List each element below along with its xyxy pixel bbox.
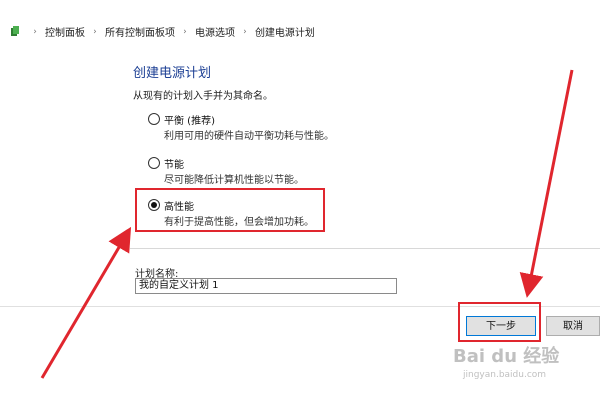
arrow-to-next-button [519, 69, 574, 298]
plan-description: 利用可用的硬件自动平衡功耗与性能。 [164, 131, 334, 142]
highlight-box-high-performance [135, 188, 325, 232]
plan-description: 尽可能降低计算机性能以节能。 [164, 175, 304, 186]
breadcrumb: › 控制面板 › 所有控制面板项 › 电源选项 › 创建电源计划 [10, 24, 315, 39]
radio-balanced[interactable] [148, 113, 160, 125]
chevron-right-icon: › [33, 26, 37, 37]
watermark: Bai du 经验 jingyan.baidu.com [443, 330, 593, 390]
control-panel-icon [11, 25, 19, 36]
breadcrumb-item-control-panel[interactable]: 控制面板 [45, 28, 85, 39]
address-bar: › 控制面板 › 所有控制面板项 › 电源选项 › 创建电源计划 [0, 0, 600, 52]
breadcrumb-item-power-options[interactable]: 电源选项 [195, 28, 235, 39]
breadcrumb-item-all-items[interactable]: 所有控制面板项 [105, 28, 175, 39]
chevron-right-icon: › [93, 26, 97, 37]
watermark-url: jingyan.baidu.com [463, 370, 547, 380]
divider [130, 248, 600, 249]
page-subtitle: 从现有的计划入手并为其命名。 [133, 91, 273, 102]
page-title: 创建电源计划 [133, 66, 212, 81]
breadcrumb-item-create-plan: 创建电源计划 [254, 28, 315, 39]
chevron-right-icon: › [243, 26, 247, 37]
arrow-to-high-performance [40, 226, 132, 379]
plan-label: 平衡 (推荐) [164, 116, 215, 127]
chevron-right-icon: › [183, 26, 187, 37]
plan-label: 节能 [164, 160, 184, 171]
radio-power-saver[interactable] [148, 157, 160, 169]
plan-name-input[interactable] [135, 278, 397, 294]
watermark-brand: Bai du 经验 [453, 346, 560, 367]
